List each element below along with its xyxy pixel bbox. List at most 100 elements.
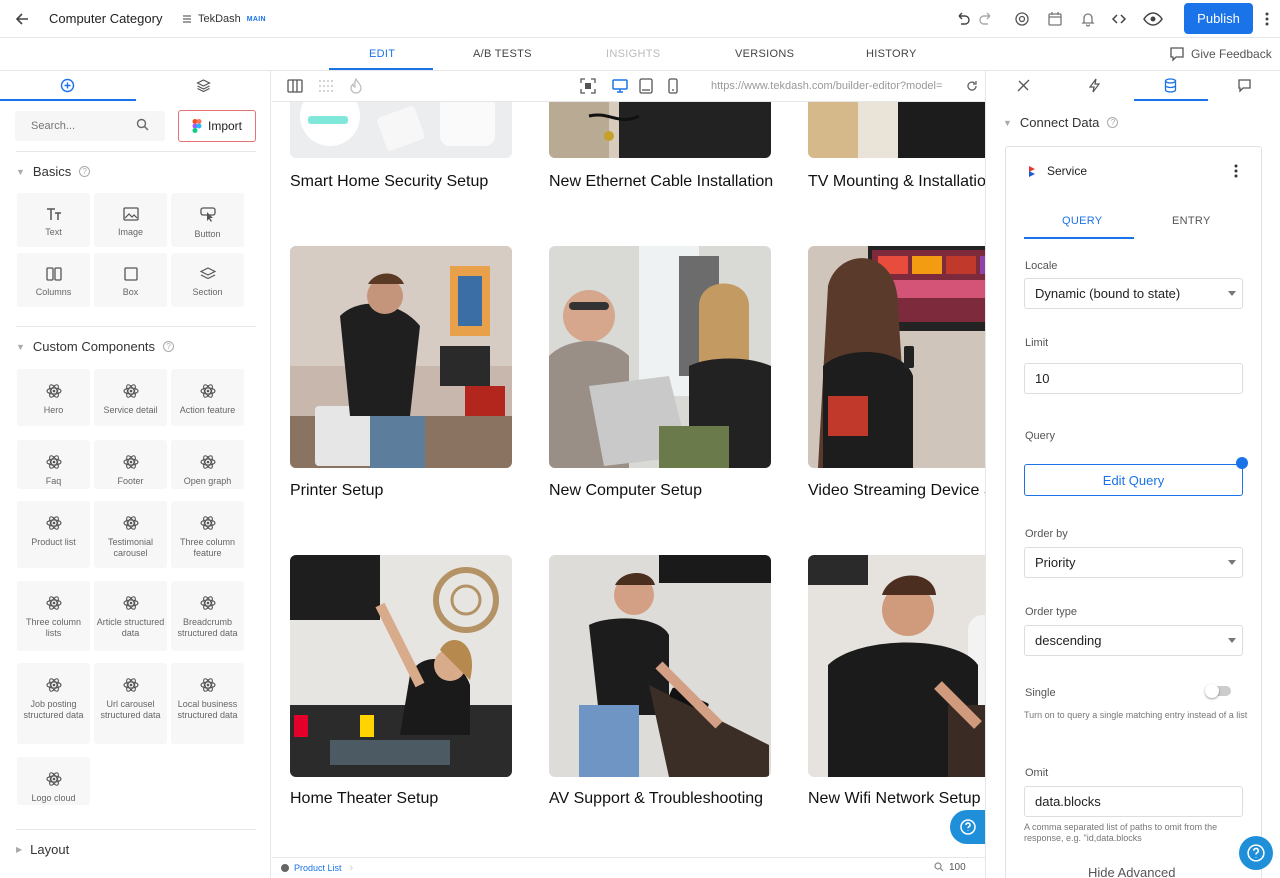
search-icon[interactable] <box>136 118 149 131</box>
breadcrumb-item[interactable]: Product List <box>294 863 342 873</box>
more-vertical-icon[interactable] <box>1234 164 1238 178</box>
card-title[interactable]: Video Streaming Device Setup <box>808 482 985 500</box>
canvas-status-bar: Product List › 100 <box>272 857 985 878</box>
block-button[interactable]: Button <box>171 193 244 247</box>
fit-screen-icon[interactable] <box>580 78 596 94</box>
card-image[interactable] <box>549 246 771 468</box>
add-circle-icon[interactable] <box>60 78 75 93</box>
help-icon[interactable]: ? <box>163 341 175 352</box>
custom-component-tile[interactable]: Breadcrumb structured data <box>171 581 244 651</box>
custom-component-tile[interactable]: Product list <box>17 501 90 568</box>
more-vertical-icon[interactable] <box>1257 9 1277 29</box>
tab-edit[interactable]: EDIT <box>369 48 395 60</box>
hide-advanced-button[interactable]: Hide Advanced <box>1088 865 1175 878</box>
custom-component-tile[interactable]: Hero <box>17 369 90 426</box>
lightning-icon[interactable] <box>1089 78 1101 93</box>
component-icon <box>280 863 290 873</box>
custom-component-tile[interactable]: Job posting structured data <box>17 663 90 744</box>
custom-component-tile[interactable]: Open graph <box>171 440 244 489</box>
block-image[interactable]: Image <box>94 193 167 247</box>
card-title[interactable]: Home Theater Setup <box>290 790 438 808</box>
spacing-icon[interactable] <box>318 78 334 94</box>
block-columns[interactable]: Columns <box>17 253 90 307</box>
help-chat-bubble[interactable] <box>1239 836 1273 870</box>
tab-entry[interactable]: ENTRY <box>1172 215 1211 227</box>
order-type-label: Order type <box>1025 606 1077 618</box>
connect-data-header[interactable]: ▼ Connect Data ? <box>1003 115 1119 130</box>
flame-icon[interactable] <box>349 78 363 94</box>
comment-icon[interactable] <box>1237 78 1252 93</box>
custom-component-tile[interactable]: Local business structured data <box>171 663 244 744</box>
card-image[interactable] <box>290 246 512 468</box>
tab-ab-tests[interactable]: A/B TESTS <box>473 48 532 60</box>
custom-component-tile[interactable]: Faq <box>17 440 90 489</box>
custom-component-tile[interactable]: Footer <box>94 440 167 489</box>
style-tools-icon[interactable] <box>1016 78 1031 93</box>
card-title[interactable]: New Computer Setup <box>549 482 702 500</box>
block-section[interactable]: Section <box>171 253 244 307</box>
card-title[interactable]: Smart Home Security Setup <box>290 173 488 191</box>
card-image[interactable] <box>549 555 771 777</box>
custom-component-tile[interactable]: Three column feature <box>171 501 244 568</box>
layout-section-header[interactable]: ▶ Layout <box>16 842 69 857</box>
space-selector[interactable]: TekDash MAIN <box>176 8 272 30</box>
help-icon[interactable]: ? <box>79 166 91 177</box>
preview-url[interactable]: https://www.tekdash.com/builder-editor?m… <box>711 80 961 92</box>
custom-components-header[interactable]: ▼ Custom Components ? <box>16 339 175 354</box>
back-arrow-icon[interactable] <box>12 9 32 29</box>
tab-history[interactable]: HISTORY <box>866 48 917 60</box>
refresh-icon[interactable] <box>966 80 978 92</box>
omit-input[interactable]: data.blocks <box>1024 786 1243 817</box>
tab-insights[interactable]: INSIGHTS <box>606 48 660 60</box>
card-title[interactable]: Printer Setup <box>290 482 383 500</box>
card-image[interactable] <box>290 102 512 158</box>
code-icon[interactable] <box>1109 9 1129 29</box>
publish-button[interactable]: Publish <box>1184 3 1253 34</box>
preview-eye-icon[interactable] <box>1143 9 1163 29</box>
tablet-icon[interactable] <box>639 78 653 94</box>
order-type-select[interactable]: descending <box>1024 625 1243 656</box>
card-title[interactable]: New Ethernet Cable Installation <box>549 173 773 191</box>
undo-icon[interactable] <box>953 9 973 29</box>
target-icon[interactable] <box>1012 9 1032 29</box>
tab-versions[interactable]: VERSIONS <box>735 48 794 60</box>
order-by-select[interactable]: Priority <box>1024 547 1243 578</box>
card-image[interactable] <box>290 555 512 777</box>
limit-input[interactable]: 10 <box>1024 363 1243 394</box>
columns-view-icon[interactable] <box>287 78 303 94</box>
card-image[interactable] <box>549 102 771 158</box>
schedule-icon[interactable] <box>1045 9 1065 29</box>
basics-section-header[interactable]: ▼ Basics ? <box>16 164 91 179</box>
desktop-icon[interactable] <box>612 78 628 94</box>
custom-component-tile[interactable]: Logo cloud <box>17 757 90 805</box>
edit-query-button[interactable]: Edit Query <box>1024 464 1243 496</box>
block-box[interactable]: Box <box>94 253 167 307</box>
locale-select[interactable]: Dynamic (bound to state) <box>1024 278 1243 309</box>
card-title[interactable]: New Wifi Network Setup <box>808 790 981 808</box>
block-text[interactable]: Text <box>17 193 90 247</box>
custom-component-tile[interactable]: Url carousel structured data <box>94 663 167 744</box>
card-image[interactable] <box>808 102 985 158</box>
help-icon[interactable]: ? <box>1107 117 1119 128</box>
mobile-icon[interactable] <box>668 78 678 94</box>
custom-component-tile[interactable]: Service detail <box>94 369 167 426</box>
card-image[interactable] <box>808 246 985 468</box>
single-toggle[interactable] <box>1205 684 1231 698</box>
breadcrumb[interactable]: Product List › <box>280 862 353 874</box>
layers-icon[interactable] <box>196 78 211 93</box>
tab-query[interactable]: QUERY <box>1062 215 1102 227</box>
help-chat-button[interactable] <box>950 810 985 844</box>
card-title[interactable]: AV Support & Troubleshooting <box>549 790 763 808</box>
bell-icon[interactable] <box>1078 9 1098 29</box>
import-figma-button[interactable]: Import <box>178 110 256 142</box>
card-title[interactable]: TV Mounting & Installation <box>808 173 985 191</box>
card-image[interactable] <box>808 555 985 777</box>
database-icon[interactable] <box>1164 78 1177 93</box>
custom-component-tile[interactable]: Three column lists <box>17 581 90 651</box>
custom-component-tile[interactable]: Testimonial carousel <box>94 501 167 568</box>
redo-icon[interactable] <box>976 9 996 29</box>
custom-component-tile[interactable]: Article structured data <box>94 581 167 651</box>
custom-component-tile[interactable]: Action feature <box>171 369 244 426</box>
give-feedback-button[interactable]: Give Feedback <box>1169 46 1272 62</box>
zoom-level[interactable]: 100 <box>949 862 966 873</box>
